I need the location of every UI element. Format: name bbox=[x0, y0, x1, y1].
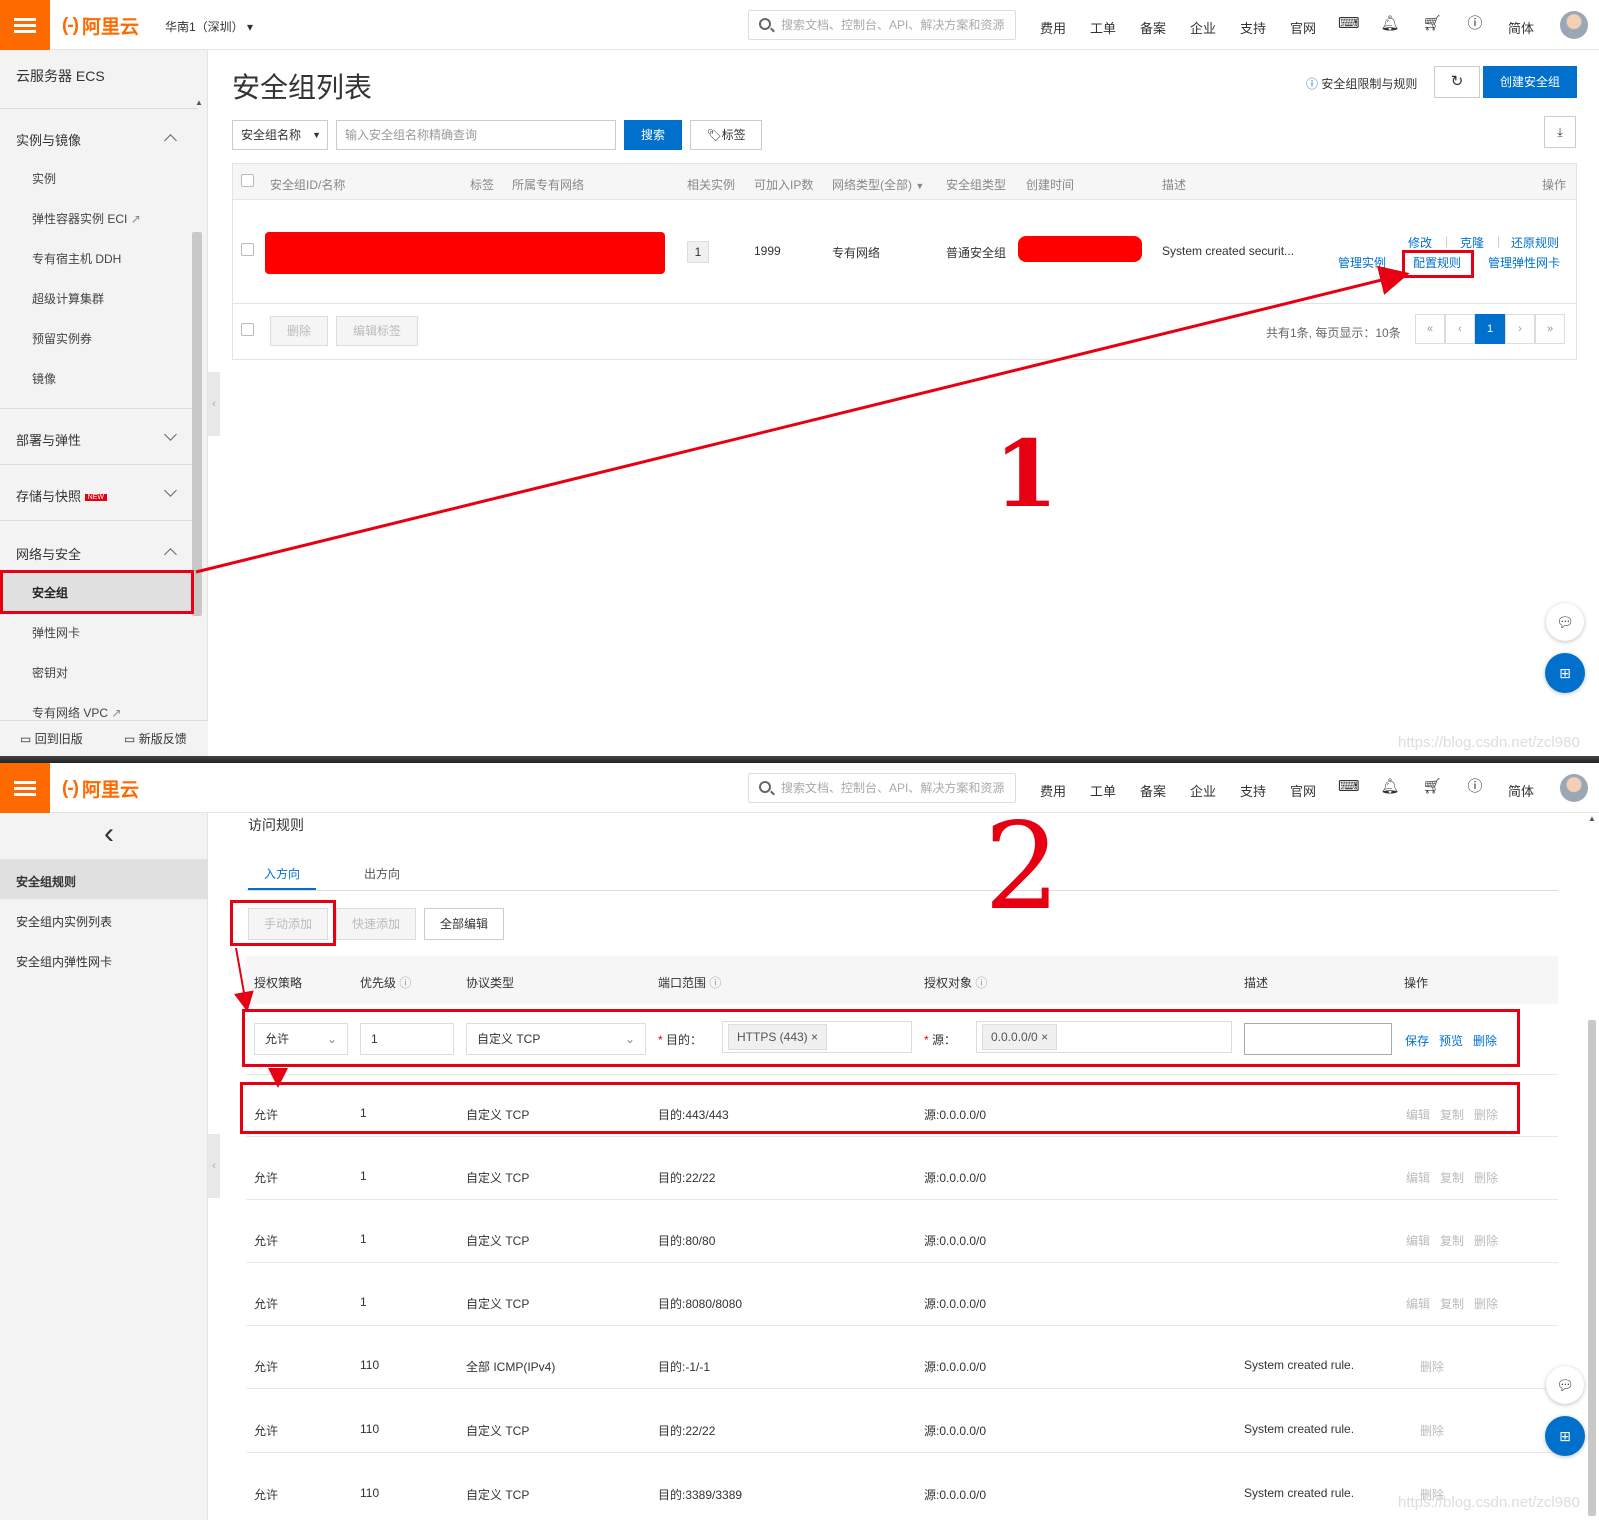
chat-icon: 💬︎ bbox=[1556, 1377, 1574, 1393]
arrow-to-header bbox=[234, 947, 254, 1012]
annotation-arrows bbox=[195, 265, 1410, 1088]
watermark: https://blog.csdn.net/zcl980 bbox=[1398, 1494, 1580, 1511]
scroll-up-icon[interactable]: ▲ bbox=[1588, 814, 1596, 823]
page-scrollbar[interactable] bbox=[1588, 1020, 1596, 1516]
feedback-float-button[interactable]: 💬︎ bbox=[1546, 1366, 1584, 1404]
arrow-to-configure-rules bbox=[195, 265, 1410, 574]
apps-float-button[interactable]: ⊞ bbox=[1545, 1416, 1585, 1456]
grid-icon: ⊞ bbox=[1559, 1428, 1571, 1444]
